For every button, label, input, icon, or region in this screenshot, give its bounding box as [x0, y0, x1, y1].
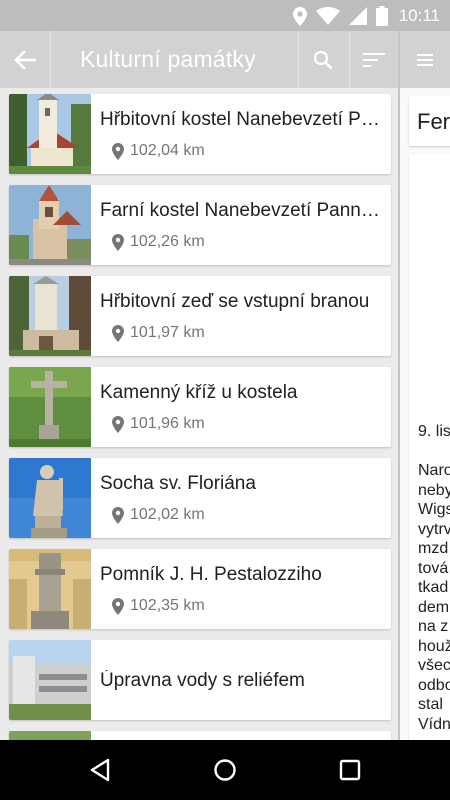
detail-title: Fer: [417, 109, 450, 134]
item-distance: 101,96 km: [112, 415, 205, 433]
location-pin-icon: [112, 142, 124, 160]
distance-text: 102,26 km: [130, 233, 205, 250]
list-item[interactable]: Socha sv. Floriána 102,02 km: [9, 458, 391, 538]
battery-icon: [375, 6, 388, 26]
text-line: stal: [418, 696, 443, 713]
item-name: Hřbitovní kostel Nanebevzetí Panny Marie: [100, 109, 388, 130]
location-pin-icon: [112, 597, 124, 615]
distance-text: 101,96 km: [130, 415, 205, 432]
text-line: dem: [418, 598, 450, 616]
monument-photo: [9, 549, 91, 629]
list-item[interactable]: Farní kostel Nanebevzetí Panny Marie 102…: [9, 185, 391, 265]
text-line: Naro: [418, 462, 450, 479]
detail-date: 9. lis: [418, 423, 450, 440]
text-line: Wigs: [418, 501, 450, 518]
nav-recents-button[interactable]: [335, 755, 365, 785]
item-name: Socha sv. Floriána: [100, 473, 256, 494]
list-item[interactable]: Kamenný kříž u kostela 101,96 km: [9, 367, 391, 447]
list-item[interactable]: Hřbitovní zeď se vstupní branou 101,97 k…: [9, 276, 391, 356]
back-triangle-icon: [90, 758, 110, 782]
detail-panel: Fer 9. lis Naro neby Wigs vytrv mzd tová…: [400, 88, 450, 740]
text-line: tkad: [418, 579, 449, 596]
navigation-bar: [0, 740, 450, 800]
search-icon: [313, 50, 333, 69]
menu-icon: [417, 53, 433, 66]
detail-text: Naro neby Wigs vytrv mzd tová tkad dem n…: [418, 461, 450, 734]
stone-cross-photo: [9, 367, 91, 447]
nav-home-button[interactable]: [210, 755, 240, 785]
item-photo: [9, 731, 91, 740]
location-pin-icon: [112, 415, 124, 433]
text-line: Vídn: [418, 715, 450, 733]
item-distance: 101,97 km: [112, 324, 205, 342]
back-button[interactable]: [0, 31, 50, 88]
location-pin-icon: [112, 324, 124, 342]
text-line: mzd: [418, 540, 449, 557]
list-item[interactable]: [9, 731, 391, 740]
back-arrow-icon: [14, 49, 36, 70]
item-distance: 102,02 km: [112, 506, 205, 524]
distance-text: 102,02 km: [130, 506, 205, 523]
item-name: Kamenný kříž u kostela: [100, 382, 298, 403]
app-bar: Kulturní památky: [0, 31, 398, 88]
list-item[interactable]: Pomník J. H. Pestalozziho 102,35 km: [9, 549, 391, 629]
location-pin-icon: [112, 506, 124, 524]
church-photo: [9, 185, 91, 265]
item-name: Farní kostel Nanebevzetí Panny Marie: [100, 200, 388, 221]
text-line: vytrv: [418, 520, 450, 538]
item-name: Úpravna vody s reliéfem: [100, 670, 305, 691]
monument-list[interactable]: Hřbitovní kostel Nanebevzetí Panny Marie…: [0, 88, 398, 740]
search-button[interactable]: [298, 31, 348, 88]
location-pin-icon: [112, 233, 124, 251]
home-circle-icon: [214, 759, 236, 781]
item-distance: 102,04 km: [112, 142, 205, 160]
menu-button[interactable]: [400, 31, 450, 88]
statue-photo: [9, 458, 91, 538]
distance-text: 102,35 km: [130, 597, 205, 614]
sort-icon: [363, 52, 385, 67]
text-line: odbo: [418, 676, 450, 694]
text-line: tová: [418, 559, 449, 577]
recents-square-icon: [339, 759, 361, 781]
item-distance: 102,26 km: [112, 233, 205, 251]
status-time: 10:11: [398, 6, 440, 25]
item-name: Hřbitovní zeď se vstupní branou: [100, 291, 370, 312]
signal-icon: [348, 7, 367, 25]
app-bar-divider: [50, 31, 51, 88]
wall-gate-photo: [9, 276, 91, 356]
sort-button[interactable]: [349, 31, 399, 88]
page-title: Kulturní památky: [80, 46, 256, 72]
distance-text: 101,97 km: [130, 324, 205, 341]
text-line: houž: [418, 637, 450, 655]
item-distance: 102,35 km: [112, 597, 205, 615]
distance-text: 102,04 km: [130, 142, 205, 159]
detail-body: 9. lis Naro neby Wigs vytrv mzd tová tka…: [409, 154, 450, 740]
church-photo: [9, 94, 91, 174]
location-icon: [292, 6, 307, 26]
text-line: na z: [418, 618, 449, 635]
list-item[interactable]: Úpravna vody s reliéfem: [9, 640, 391, 720]
text-line: všec: [418, 657, 450, 674]
waterworks-photo: [9, 640, 91, 720]
list-item[interactable]: Hřbitovní kostel Nanebevzetí Panny Marie…: [9, 94, 391, 174]
detail-title-card: Fer: [409, 96, 450, 146]
item-name: Pomník J. H. Pestalozziho: [100, 564, 322, 585]
nav-back-button[interactable]: [85, 755, 115, 785]
status-bar: 10:11: [0, 0, 450, 31]
wifi-icon: [315, 7, 340, 25]
text-line: neby: [418, 481, 450, 499]
